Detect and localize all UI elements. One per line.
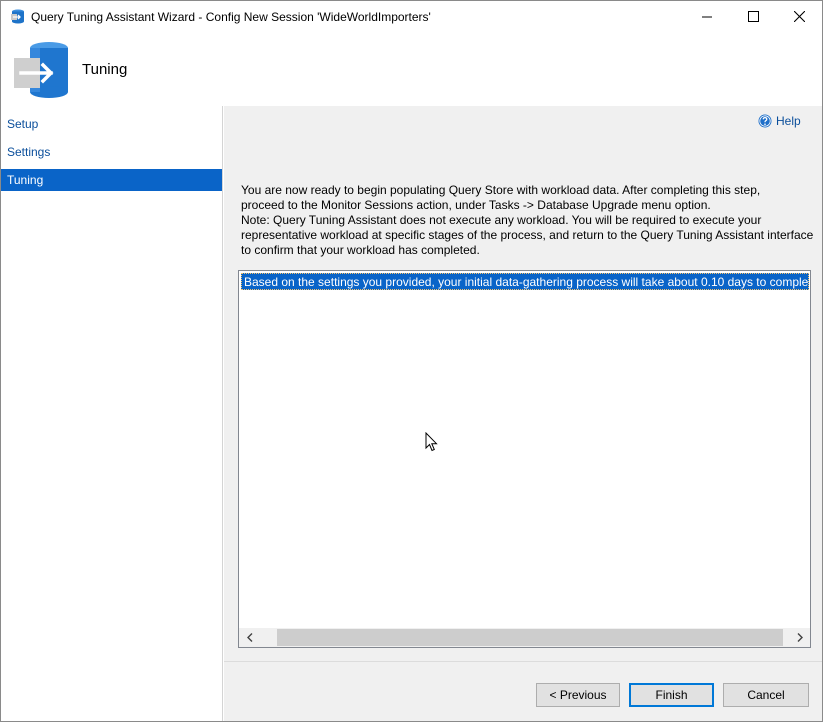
wizard-footer: < Previous Finish Cancel [224,661,822,721]
mouse-cursor-icon [425,432,438,452]
maximize-button[interactable] [730,1,776,32]
close-icon [793,11,805,22]
wizard-header: Tuning [1,32,822,106]
instruction-line: representative workload at specific stag… [241,228,814,242]
help-label: Help [776,114,801,128]
list-item[interactable]: Based on the settings you provided, your… [241,273,809,290]
help-link[interactable]: Help [758,112,801,130]
minimize-button[interactable] [684,1,730,32]
title-bar[interactable]: Query Tuning Assistant Wizard - Config N… [1,1,822,32]
summary-listbox[interactable]: Based on the settings you provided, your… [238,270,811,648]
database-arrow-icon [14,42,68,98]
cancel-button[interactable]: Cancel [723,683,809,707]
close-button[interactable] [776,1,822,32]
instructions-text: You are now ready to begin populating Qu… [241,183,822,258]
previous-button[interactable]: < Previous [536,683,620,707]
instruction-line: You are now ready to begin populating Qu… [241,183,761,197]
chevron-left-icon [246,633,252,642]
horizontal-scrollbar[interactable] [239,628,810,647]
window-title: Query Tuning Assistant Wizard - Config N… [31,10,431,24]
chevron-right-icon [797,633,803,642]
instruction-line: proceed to the Monitor Sessions action, … [241,198,711,212]
wizard-window: Query Tuning Assistant Wizard - Config N… [0,0,823,722]
instruction-line: to confirm that your workload has comple… [241,243,480,257]
wizard-nav: Setup Settings Tuning [1,106,223,721]
content-panel: Help You are now ready to begin populati… [224,106,822,661]
instruction-line: Note: Query Tuning Assistant does not ex… [241,213,762,227]
database-arrow-icon [11,9,24,24]
minimize-icon [702,16,712,17]
page-title: Tuning [82,61,128,78]
scroll-thumb[interactable] [277,629,783,646]
nav-item-settings[interactable]: Settings [1,141,222,163]
nav-item-setup[interactable]: Setup [1,113,222,135]
help-icon [758,114,772,128]
scroll-right-button[interactable] [791,628,808,647]
scroll-left-button[interactable] [241,628,258,647]
maximize-icon [747,11,759,22]
finish-button[interactable]: Finish [629,683,714,707]
nav-item-tuning[interactable]: Tuning [1,169,222,191]
